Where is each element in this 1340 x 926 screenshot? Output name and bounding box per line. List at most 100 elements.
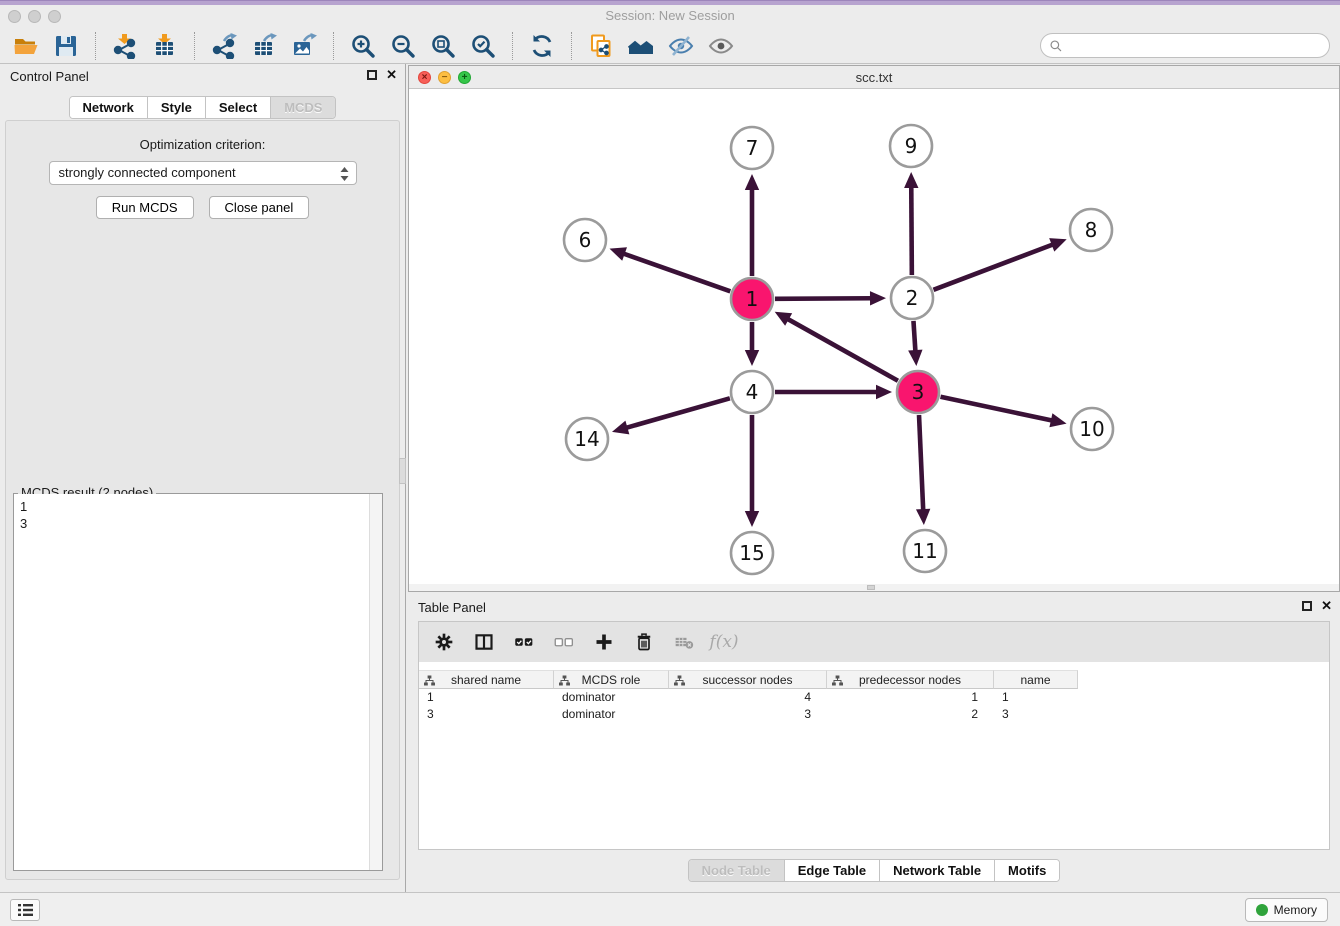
result-scrollbar[interactable]: [369, 494, 382, 870]
column-header-label: name: [1020, 673, 1050, 687]
table-body: 1dominator4113dominator323: [419, 689, 1329, 723]
memory-button[interactable]: Memory: [1245, 898, 1328, 922]
select-all-icon[interactable]: [511, 629, 537, 655]
graph-node-label-6: 6: [579, 228, 592, 252]
panel-splitter-handle[interactable]: [399, 458, 406, 484]
table-cell[interactable]: dominator: [554, 689, 669, 706]
save-session-icon[interactable]: [46, 30, 86, 62]
column-header-MCDS-role[interactable]: MCDS role: [554, 670, 669, 689]
table-cell[interactable]: dominator: [554, 706, 669, 723]
table-cell[interactable]: 1: [994, 689, 1078, 706]
graph-edge-1-2[interactable]: [775, 298, 873, 299]
graph-edge-arrowhead: [610, 247, 627, 261]
export-table-icon[interactable]: [244, 30, 284, 62]
table-cell[interactable]: 3: [994, 706, 1078, 723]
tab-mcds[interactable]: MCDS: [271, 97, 335, 118]
function-builder-icon[interactable]: f(x): [711, 629, 737, 655]
column-header-label: shared name: [451, 673, 521, 687]
table-cell[interactable]: 4: [669, 689, 827, 706]
export-image-icon[interactable]: [284, 30, 324, 62]
settings-gear-icon[interactable]: [431, 629, 457, 655]
network-graph[interactable]: 7968124314101511: [409, 89, 1340, 586]
control-panel-header: Control Panel ✕: [0, 64, 405, 88]
graph-edge-3-1[interactable]: [786, 318, 898, 381]
deselect-all-icon[interactable]: [551, 629, 577, 655]
open-file-icon[interactable]: [6, 30, 46, 62]
tab-node-table[interactable]: Node Table: [689, 860, 785, 881]
zoom-selected-icon[interactable]: [463, 30, 503, 62]
network-window-title: scc.txt: [409, 70, 1339, 85]
zoom-in-icon[interactable]: [343, 30, 383, 62]
table-cell[interactable]: 3: [419, 706, 554, 723]
delete-column-icon[interactable]: [631, 629, 657, 655]
show-panel-icon[interactable]: [701, 30, 741, 62]
table-panel-tabs: Node TableEdge TableNetwork TableMotifs: [688, 859, 1061, 882]
refresh-icon[interactable]: [522, 30, 562, 62]
graph-edge-3-11[interactable]: [919, 415, 923, 512]
hide-panel-icon[interactable]: [661, 30, 701, 62]
toolbar-separator: [194, 32, 195, 60]
search-input[interactable]: [1068, 38, 1329, 53]
toolbar-icon-groups: [6, 28, 741, 63]
mcds-result-list[interactable]: 13: [14, 494, 382, 870]
network-bottom-strip: [409, 584, 1339, 591]
memory-status-icon: [1256, 904, 1268, 916]
clone-network-icon[interactable]: [581, 30, 621, 62]
search-box[interactable]: [1040, 33, 1330, 58]
close-panel-icon[interactable]: ✕: [386, 69, 397, 81]
graph-node-label-1: 1: [746, 287, 759, 311]
zoom-fit-icon[interactable]: [423, 30, 463, 62]
graph-edge-4-14[interactable]: [625, 398, 730, 428]
close-mcds-panel-button[interactable]: Close panel: [209, 196, 310, 219]
mcds-panel: Optimization criterion: strongly connect…: [5, 120, 400, 880]
tab-edge-table[interactable]: Edge Table: [785, 860, 880, 881]
graph-node-label-10: 10: [1079, 417, 1104, 441]
import-table-icon[interactable]: [145, 30, 185, 62]
table-row[interactable]: 3dominator323: [419, 706, 1329, 723]
column-header-predecessor-nodes[interactable]: predecessor nodes: [827, 670, 994, 689]
node-table-view: f(x) shared name MCDS rolesuccessor nodes…: [418, 621, 1330, 850]
task-history-button[interactable]: [10, 899, 40, 921]
split-panel-icon[interactable]: [471, 629, 497, 655]
float-panel-icon[interactable]: [367, 70, 377, 80]
graph-edge-2-3[interactable]: [913, 321, 915, 353]
canvas-splitter-handle[interactable]: [867, 585, 875, 590]
add-column-icon[interactable]: [591, 629, 617, 655]
tab-style[interactable]: Style: [148, 97, 206, 118]
export-network-icon[interactable]: [204, 30, 244, 62]
column-header-name[interactable]: name: [994, 670, 1078, 689]
import-network-icon[interactable]: [105, 30, 145, 62]
zoom-out-icon[interactable]: [383, 30, 423, 62]
toolbar-separator: [333, 32, 334, 60]
delete-table-icon[interactable]: [671, 629, 697, 655]
close-table-panel-icon[interactable]: ✕: [1321, 600, 1332, 612]
column-header-shared-name[interactable]: shared name: [419, 670, 554, 689]
graph-node-label-11: 11: [912, 539, 937, 563]
column-header-successor-nodes[interactable]: successor nodes: [669, 670, 827, 689]
table-cell[interactable]: 2: [827, 706, 994, 723]
tab-network-table[interactable]: Network Table: [880, 860, 995, 881]
table-header-row: shared name MCDS rolesuccessor nodesprede…: [419, 670, 1329, 689]
float-table-panel-icon[interactable]: [1302, 601, 1312, 611]
table-panel-header: Table Panel ✕: [408, 595, 1340, 619]
mcds-result-item[interactable]: 1: [20, 498, 382, 515]
tab-motifs[interactable]: Motifs: [995, 860, 1059, 881]
tab-select[interactable]: Select: [206, 97, 271, 118]
node-table[interactable]: shared name MCDS rolesuccessor nodesprede…: [419, 670, 1329, 723]
network-canvas[interactable]: 7968124314101511: [409, 89, 1339, 584]
graph-edge-2-8[interactable]: [934, 244, 1055, 290]
mcds-result-item[interactable]: 3: [20, 515, 382, 532]
table-row[interactable]: 1dominator411: [419, 689, 1329, 706]
table-cell[interactable]: 1: [419, 689, 554, 706]
run-mcds-button[interactable]: Run MCDS: [96, 196, 194, 219]
graph-edge-3-10[interactable]: [940, 397, 1053, 421]
table-cell[interactable]: 1: [827, 689, 994, 706]
graph-node-label-8: 8: [1085, 218, 1098, 242]
home-icon[interactable]: [621, 30, 661, 62]
graph-edge-2-9[interactable]: [911, 185, 912, 275]
graph-edge-1-6[interactable]: [622, 253, 731, 291]
criterion-dropdown[interactable]: strongly connected component: [49, 161, 357, 185]
network-window-titlebar[interactable]: × − + scc.txt: [409, 66, 1339, 89]
table-cell[interactable]: 3: [669, 706, 827, 723]
tab-network[interactable]: Network: [70, 97, 148, 118]
